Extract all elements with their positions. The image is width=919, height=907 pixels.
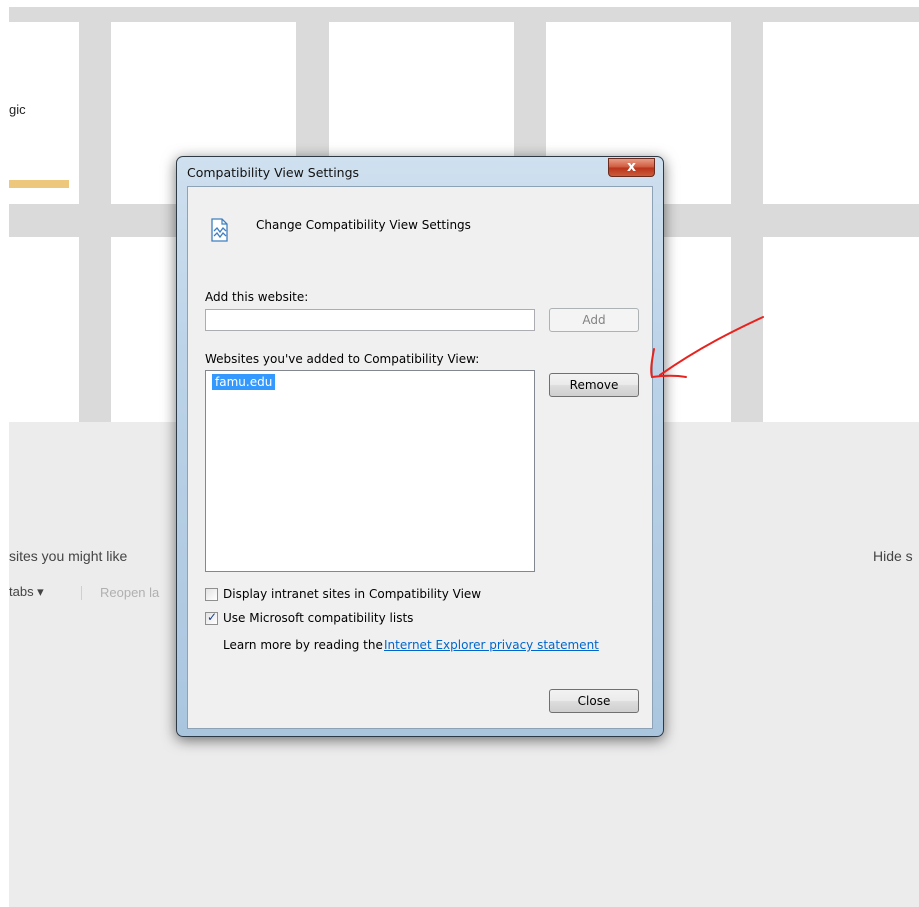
checkmark-icon: ✓ — [207, 610, 218, 624]
learn-more-text: Learn more by reading the — [223, 638, 383, 652]
site-tile-title: gic — [9, 102, 26, 117]
site-tile[interactable] — [9, 237, 79, 422]
compatibility-view-icon — [211, 218, 228, 242]
intranet-checkbox-label[interactable]: Display intranet sites in Compatibility … — [223, 587, 481, 601]
add-website-input[interactable] — [205, 309, 535, 331]
added-websites-list[interactable]: famu.edu — [205, 370, 535, 572]
dialog-body: Change Compatibility View Settings Add t… — [187, 186, 653, 729]
red-arrow-annotation — [650, 316, 764, 379]
divider — [81, 586, 82, 600]
site-tile-bar — [9, 180, 69, 188]
add-website-label: Add this website: — [205, 290, 309, 304]
close-button[interactable]: Close — [549, 689, 639, 713]
reopen-last-session-link[interactable]: Reopen la — [100, 585, 159, 600]
add-button[interactable]: Add — [549, 308, 639, 332]
dialog-title: Compatibility View Settings — [187, 165, 360, 180]
site-tile[interactable] — [763, 22, 919, 204]
privacy-statement-link[interactable]: Internet Explorer privacy statement — [384, 638, 599, 652]
close-icon[interactable]: x — [608, 158, 655, 177]
site-tile[interactable]: gic — [9, 22, 79, 204]
added-websites-label: Websites you've added to Compatibility V… — [205, 352, 480, 366]
remove-button[interactable]: Remove — [549, 373, 639, 397]
intranet-checkbox[interactable] — [205, 588, 218, 601]
site-tile[interactable] — [763, 237, 919, 422]
list-item[interactable]: famu.edu — [212, 374, 276, 390]
sites-you-might-like-label: sites you might like — [9, 548, 128, 564]
closed-tabs-menu[interactable]: tabs ▾ — [9, 584, 44, 600]
compatibility-view-dialog: Compatibility View Settings x Change Com… — [176, 156, 664, 737]
ms-lists-checkbox[interactable]: ✓ — [205, 610, 218, 625]
hide-sites-link[interactable]: Hide s — [873, 548, 913, 564]
ms-lists-checkbox-label[interactable]: Use Microsoft compatibility lists — [223, 611, 413, 625]
dialog-header-text: Change Compatibility View Settings — [256, 218, 471, 232]
